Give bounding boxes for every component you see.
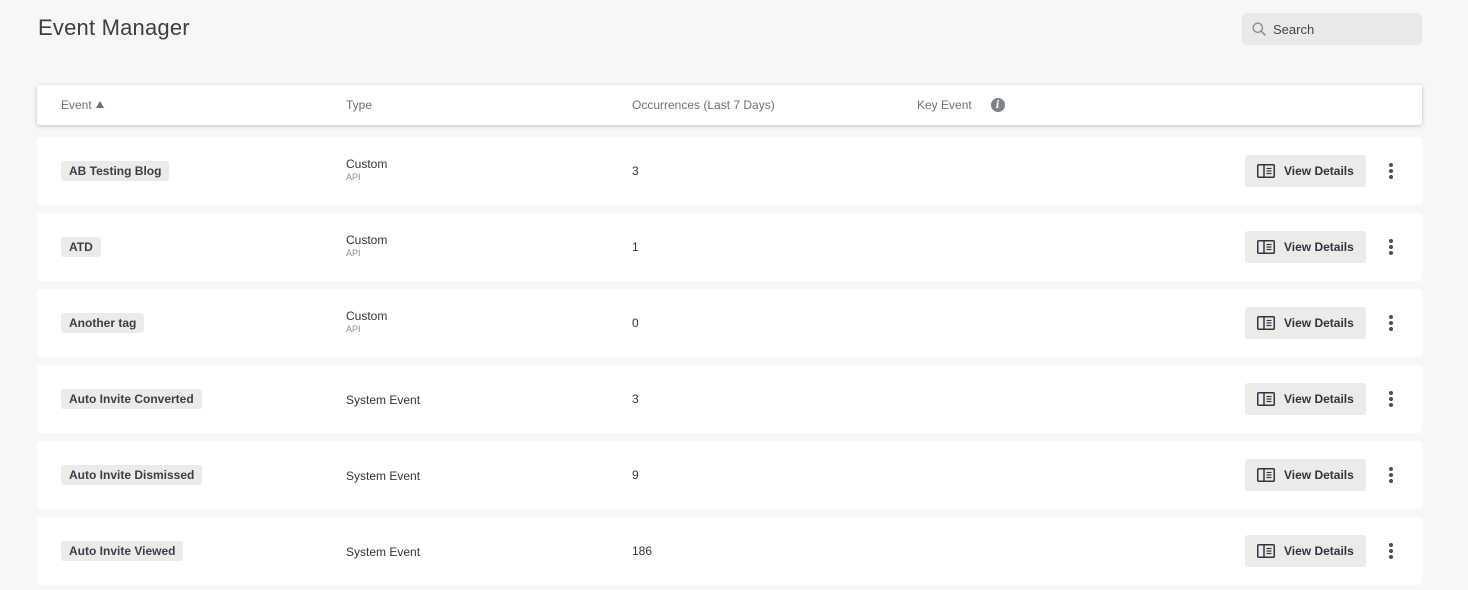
more-vertical-icon[interactable] xyxy=(1384,541,1398,561)
type-cell: Custom API xyxy=(346,157,387,183)
column-header-type[interactable]: Type xyxy=(346,85,372,125)
search-icon xyxy=(1252,22,1266,36)
sort-ascending-icon xyxy=(95,100,104,108)
type-cell: System Event xyxy=(346,545,420,559)
table-header: Event Type Occurrences (Last 7 Days) Key… xyxy=(37,85,1422,125)
table-row: ATD Custom API 1 View Details xyxy=(37,213,1422,281)
view-details-button[interactable]: View Details xyxy=(1245,459,1366,491)
column-header-key-event-label: Key Event xyxy=(917,98,972,112)
event-tag: Another tag xyxy=(61,313,145,333)
view-details-label: View Details xyxy=(1284,392,1354,406)
event-type: Custom xyxy=(346,157,388,171)
column-header-event-label: Event xyxy=(61,98,92,112)
table-row: Auto Invite Converted System Event 3 Vie… xyxy=(37,365,1422,433)
details-panel-icon xyxy=(1257,164,1275,178)
table-row: Auto Invite Viewed System Event 186 View… xyxy=(37,517,1422,585)
event-tag: Auto Invite Viewed xyxy=(61,541,184,561)
view-details-label: View Details xyxy=(1284,544,1354,558)
column-header-key-event: Key Event i xyxy=(917,85,1005,125)
event-type: System Event xyxy=(346,393,421,407)
event-source: API xyxy=(346,324,361,334)
info-icon[interactable]: i xyxy=(990,98,1005,112)
type-cell: System Event xyxy=(346,393,420,407)
event-source: API xyxy=(346,172,361,182)
column-header-event[interactable]: Event xyxy=(61,85,104,125)
more-vertical-icon[interactable] xyxy=(1384,389,1398,409)
event-type: Custom xyxy=(346,309,388,323)
occurrences-value: 1 xyxy=(632,240,639,254)
details-panel-icon xyxy=(1257,544,1275,558)
search-input[interactable] xyxy=(1273,21,1413,37)
event-tag: ATD xyxy=(61,237,101,257)
column-header-type-label: Type xyxy=(346,98,373,112)
table-row: Another tag Custom API 0 View Details xyxy=(37,289,1422,357)
view-details-button[interactable]: View Details xyxy=(1245,383,1366,415)
details-panel-icon xyxy=(1257,240,1275,254)
event-tag: AB Testing Blog xyxy=(61,161,170,181)
type-cell: Custom API xyxy=(346,309,387,335)
view-details-button[interactable]: View Details xyxy=(1245,307,1366,339)
occurrences-value: 3 xyxy=(632,164,639,178)
view-details-button[interactable]: View Details xyxy=(1245,231,1366,263)
view-details-label: View Details xyxy=(1284,164,1354,178)
event-tag: Auto Invite Converted xyxy=(61,389,202,409)
occurrences-value: 9 xyxy=(632,468,639,482)
search-box[interactable] xyxy=(1242,13,1422,45)
column-header-occurrences-label: Occurrences (Last 7 Days) xyxy=(632,98,775,112)
details-panel-icon xyxy=(1257,468,1275,482)
event-type: System Event xyxy=(346,545,421,559)
details-panel-icon xyxy=(1257,392,1275,406)
more-vertical-icon[interactable] xyxy=(1384,465,1398,485)
event-tag: Auto Invite Dismissed xyxy=(61,465,203,485)
occurrences-value: 186 xyxy=(632,544,653,558)
more-vertical-icon[interactable] xyxy=(1384,161,1398,181)
type-cell: Custom API xyxy=(346,233,387,259)
type-cell: System Event xyxy=(346,469,420,483)
table-row: AB Testing Blog Custom API 3 View Detail… xyxy=(37,137,1422,205)
more-vertical-icon[interactable] xyxy=(1384,313,1398,333)
more-vertical-icon[interactable] xyxy=(1384,237,1398,257)
occurrences-value: 0 xyxy=(632,316,639,330)
page-title: Event Manager xyxy=(38,15,190,40)
event-type: Custom xyxy=(346,233,388,247)
column-header-occurrences[interactable]: Occurrences (Last 7 Days) xyxy=(632,85,775,125)
table-row: Auto Invite Dismissed System Event 9 Vie… xyxy=(37,441,1422,509)
occurrences-value: 3 xyxy=(632,392,639,406)
view-details-label: View Details xyxy=(1284,240,1354,254)
event-type: System Event xyxy=(346,469,421,483)
view-details-label: View Details xyxy=(1284,316,1354,330)
view-details-label: View Details xyxy=(1284,468,1354,482)
view-details-button[interactable]: View Details xyxy=(1245,155,1366,187)
details-panel-icon xyxy=(1257,316,1275,330)
view-details-button[interactable]: View Details xyxy=(1245,535,1366,567)
event-source: API xyxy=(346,248,361,258)
